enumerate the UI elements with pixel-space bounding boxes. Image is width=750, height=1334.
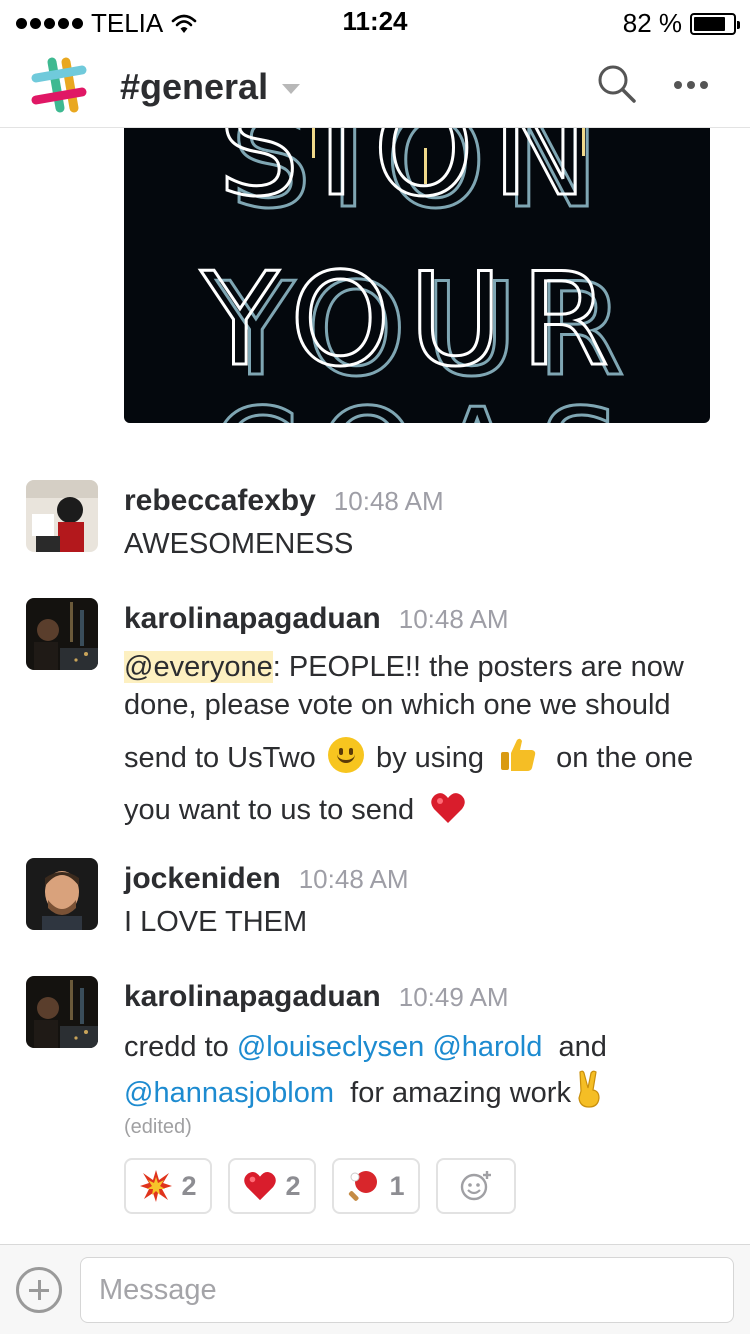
message-text: AWESOMENESS bbox=[124, 528, 724, 561]
battery-percent: 82 % bbox=[622, 8, 682, 38]
channel-name: #general bbox=[120, 66, 269, 107]
reaction-count: 1 bbox=[389, 1170, 405, 1201]
reaction-ping-pong[interactable]: 1 bbox=[332, 1158, 420, 1214]
username[interactable]: rebeccafexby bbox=[124, 484, 316, 518]
message-fragment: and bbox=[558, 1031, 607, 1063]
reactions-bar: 2 2 1 bbox=[124, 1158, 516, 1214]
avatar[interactable] bbox=[26, 480, 98, 552]
poster-line-1: SION bbox=[218, 128, 606, 225]
timestamp: 10:49 AM bbox=[398, 982, 509, 1012]
message-line: @hannasjoblom for amazing work bbox=[124, 1070, 724, 1116]
collision-icon bbox=[140, 1170, 173, 1202]
channel-header: #general bbox=[0, 40, 750, 128]
battery-icon bbox=[690, 12, 740, 35]
poster-image[interactable]: SION SION YOUR YOUR COAS bbox=[124, 128, 710, 423]
message-text: @everyone: PEOPLE!! the posters are now … bbox=[124, 648, 724, 832]
message-line: credd to @louiseclysen @harold and bbox=[124, 1024, 724, 1070]
ping-pong-icon bbox=[349, 1171, 378, 1201]
poster-line-2: YOUR bbox=[200, 246, 628, 395]
message-input[interactable] bbox=[80, 1257, 734, 1323]
message-text: I LOVE THEM bbox=[124, 906, 724, 939]
attach-plus-icon[interactable] bbox=[16, 1267, 62, 1313]
message-fragment: you want to us to send bbox=[124, 794, 415, 826]
channel-name-button[interactable]: #general bbox=[120, 66, 301, 108]
message-fragment: credd to bbox=[124, 1031, 237, 1063]
message-line: you want to us to send bbox=[124, 788, 724, 832]
message-fragment: : PEOPLE!! the posters are now bbox=[272, 651, 684, 683]
message-line: I LOVE THEM bbox=[124, 906, 308, 938]
add-reaction-icon bbox=[460, 1171, 491, 1201]
poster-artwork: SION SION YOUR YOUR COAS bbox=[198, 128, 639, 423]
status-bar: TELIA 11:24 82 % bbox=[0, 0, 750, 40]
timestamp: 10:48 AM bbox=[333, 486, 444, 516]
timestamp: 10:48 AM bbox=[398, 604, 509, 634]
mention-everyone[interactable]: @everyone bbox=[124, 651, 273, 683]
avatar[interactable] bbox=[26, 598, 98, 670]
slack-logo-icon[interactable] bbox=[30, 56, 88, 114]
chevron-down-icon bbox=[282, 84, 301, 94]
timestamp: 10:48 AM bbox=[298, 864, 409, 894]
avatar[interactable] bbox=[26, 976, 98, 1048]
avatar[interactable] bbox=[26, 858, 98, 930]
victory-hand-icon bbox=[578, 1070, 600, 1108]
message-text: credd to @louiseclysen @harold and @hann… bbox=[124, 1024, 724, 1116]
username[interactable]: karolinapagaduan bbox=[124, 980, 381, 1014]
message-line: send to UsTwo by using on the one bbox=[124, 734, 724, 780]
message-line: @everyone: PEOPLE!! the posters are now bbox=[124, 648, 724, 686]
message-fragment: by using bbox=[375, 742, 484, 774]
search-icon[interactable] bbox=[594, 62, 638, 106]
slightly-smiling-face-icon bbox=[327, 737, 364, 773]
message-fragment: send to UsTwo bbox=[124, 742, 316, 774]
message-fragment: on the one bbox=[556, 742, 694, 774]
battery-status: 82 % bbox=[622, 8, 740, 39]
username[interactable]: jockeniden bbox=[124, 862, 281, 896]
edited-label: (edited) bbox=[124, 1116, 192, 1138]
message-composer bbox=[0, 1244, 750, 1334]
thumbs-up-icon bbox=[501, 738, 536, 771]
username[interactable]: karolinapagaduan bbox=[124, 602, 381, 636]
poster-line-3: COAS bbox=[210, 382, 639, 423]
reaction-count: 2 bbox=[285, 1170, 301, 1201]
reaction-count: 2 bbox=[181, 1170, 197, 1201]
message-line: AWESOMENESS bbox=[124, 528, 354, 560]
reaction-collision[interactable]: 2 bbox=[124, 1158, 212, 1214]
heart-icon bbox=[244, 1171, 277, 1201]
more-options-icon[interactable] bbox=[674, 70, 714, 100]
mention-louiseclysen[interactable]: @louiseclysen bbox=[237, 1031, 424, 1063]
add-reaction-button[interactable] bbox=[436, 1158, 516, 1214]
message-fragment: for amazing work bbox=[350, 1077, 571, 1109]
reaction-heart[interactable]: 2 bbox=[228, 1158, 316, 1214]
mention-hannasjoblom[interactable]: @hannasjoblom bbox=[124, 1077, 334, 1109]
heart-icon bbox=[431, 793, 466, 823]
message-line: done, please vote on which one we should bbox=[124, 689, 671, 721]
mention-harold[interactable]: @harold bbox=[432, 1031, 542, 1063]
